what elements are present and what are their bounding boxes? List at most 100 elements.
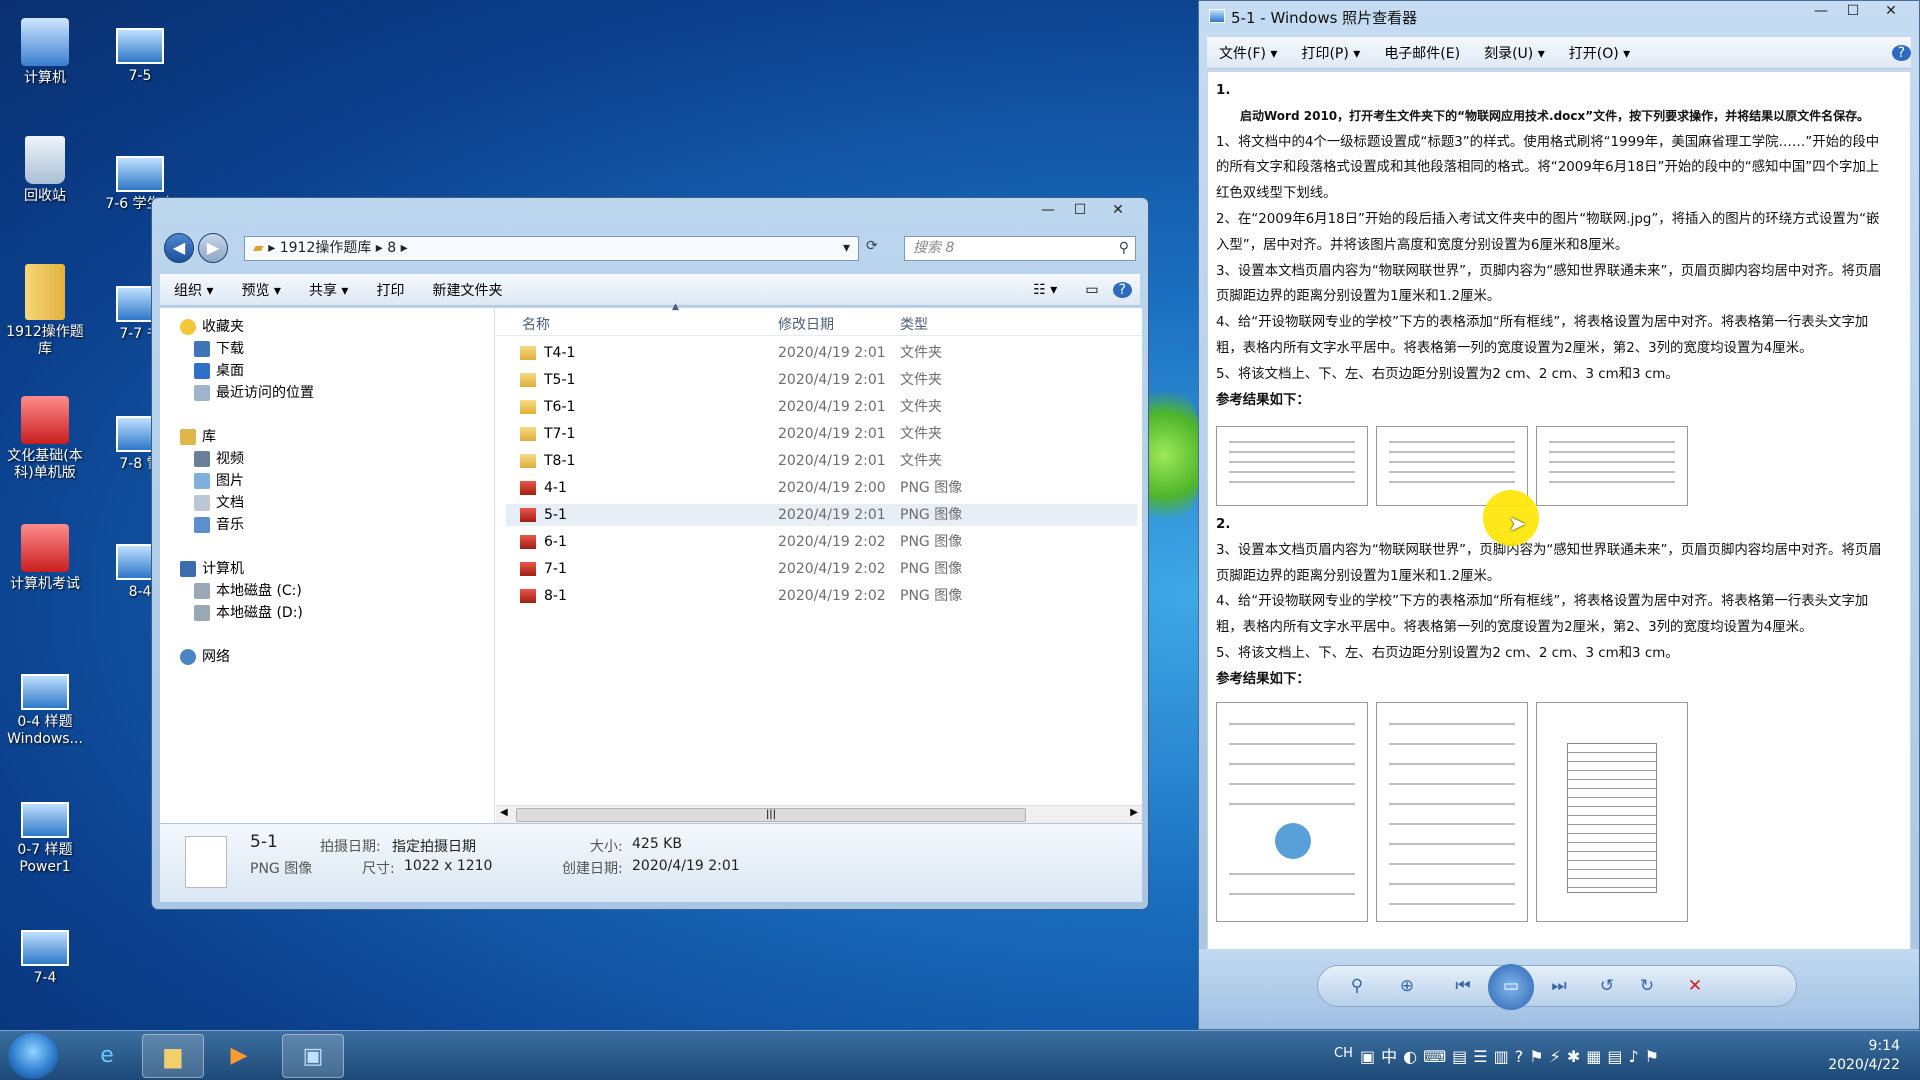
address-bar[interactable]: ▰ ▸ 1912操作题库 ▸ 8 ▸ ▾ xyxy=(244,236,859,261)
nav-label: 视频 xyxy=(216,451,244,467)
file-row[interactable]: T5-1 2020/4/19 2:01 文件夹 xyxy=(506,369,1137,391)
nav-downloads[interactable]: 下载 xyxy=(194,338,244,360)
nav-videos[interactable]: 视频 xyxy=(194,448,244,470)
file-row[interactable]: 8-1 2020/4/19 2:02 PNG 图像 xyxy=(506,585,1137,607)
rotate-left-icon[interactable]: ↺ xyxy=(1592,972,1622,1002)
column-header-date[interactable]: 修改日期 xyxy=(778,314,834,334)
desktop-icon-computer-exam[interactable]: 计算机考试 xyxy=(0,524,90,593)
desktop-icon-recycle-bin[interactable]: 回收站 xyxy=(0,136,90,205)
language-indicator[interactable]: CH xyxy=(1334,1046,1353,1061)
search-placeholder: 搜索 8 xyxy=(913,240,955,256)
close-button[interactable]: ✕ xyxy=(1869,1,1913,23)
menu-file[interactable]: 文件(F) ▾ xyxy=(1207,43,1289,63)
rotate-right-icon[interactable]: ↻ xyxy=(1632,972,1662,1002)
photo-viewer-taskbar-button[interactable]: ▣ xyxy=(282,1034,344,1078)
doc-step: 5、将该文档上、下、左、右页边距分别设置为2 cm、2 cm、3 cm和3 cm… xyxy=(1216,366,1679,382)
file-row[interactable]: T4-1 2020/4/19 2:01 文件夹 xyxy=(506,342,1137,364)
search-icon[interactable]: ⚲ xyxy=(1119,237,1129,260)
back-button[interactable]: ◀ xyxy=(164,233,194,263)
forward-button[interactable]: ▶ xyxy=(198,233,228,263)
menu-burn[interactable]: 刻录(U) ▾ xyxy=(1472,43,1557,63)
scroll-left-icon[interactable]: ◀ xyxy=(500,807,508,818)
nav-desktop[interactable]: 桌面 xyxy=(194,360,244,382)
organize-button[interactable]: 组织 ▾ xyxy=(160,280,227,300)
file-row[interactable]: T7-1 2020/4/19 2:01 文件夹 xyxy=(506,423,1137,445)
new-folder-button[interactable]: 新建文件夹 xyxy=(418,280,516,300)
nav-pictures[interactable]: 图片 xyxy=(194,470,244,492)
menu-open[interactable]: 打开(O) ▾ xyxy=(1557,43,1642,63)
doc-intro: 启动Word 2010，打开考生文件夹下的“物联网应用技术.docx”文件，按下… xyxy=(1240,108,1870,123)
desktop-icon-computer[interactable]: 计算机 xyxy=(0,18,90,87)
desktop-icon-sample-windows[interactable]: 0-4 样题Windows... xyxy=(0,674,90,748)
image-canvas[interactable]: 1. 启动Word 2010，打开考生文件夹下的“物联网应用技术.docx”文件… xyxy=(1207,71,1911,951)
zoom-icon[interactable]: ⚲ xyxy=(1342,972,1372,1002)
desktop-icon-question-bank[interactable]: 1912操作题库 xyxy=(0,264,90,358)
file-row[interactable]: 4-1 2020/4/19 2:00 PNG 图像 xyxy=(506,477,1137,499)
maximize-button[interactable]: ☐ xyxy=(1837,1,1869,23)
desktop-icon-7-5[interactable]: 7-5 xyxy=(95,28,185,85)
file-row[interactable]: T8-1 2020/4/19 2:01 文件夹 xyxy=(506,450,1137,472)
nav-favorites[interactable]: 收藏夹 xyxy=(180,316,244,338)
explorer-taskbar-button[interactable]: ▆ xyxy=(142,1034,204,1078)
menu-print[interactable]: 打印(P) ▾ xyxy=(1289,43,1372,63)
slideshow-button[interactable]: ▭ xyxy=(1488,964,1534,1010)
column-header-name[interactable]: 名称 xyxy=(522,314,550,334)
file-date: 2020/4/19 2:00 xyxy=(778,480,886,496)
photo-viewer-window[interactable]: 5-1 - Windows 照片查看器 — ☐ ✕ 文件(F) ▾ 打印(P) … xyxy=(1198,0,1920,1030)
refresh-icon[interactable]: ⟳ xyxy=(866,238,878,254)
preview-button[interactable]: 预览 ▾ xyxy=(227,280,294,300)
nav-music[interactable]: 音乐 xyxy=(194,514,244,536)
help-icon[interactable]: ? xyxy=(1891,44,1911,61)
print-button[interactable]: 打印 xyxy=(362,280,418,300)
documents-icon xyxy=(194,495,210,511)
scrollbar-thumb[interactable]: ||| xyxy=(516,808,1026,822)
file-row[interactable]: 5-1 2020/4/19 2:01 PNG 图像 xyxy=(506,504,1137,526)
internet-explorer-icon[interactable]: e xyxy=(76,1034,138,1078)
start-button[interactable] xyxy=(8,1033,58,1079)
search-input[interactable]: 搜索 8 ⚲ xyxy=(904,236,1136,261)
folder-icon xyxy=(25,264,65,320)
nav-drive-c[interactable]: 本地磁盘 (C:) xyxy=(194,580,302,602)
share-button[interactable]: 共享 ▾ xyxy=(295,280,362,300)
preview-pane-icon[interactable]: ▭ xyxy=(1071,282,1112,298)
explorer-window[interactable]: — ☐ ✕ ◀ ▶ ▰ ▸ 1912操作题库 ▸ 8 ▸ ▾ ⟳ 搜索 8 ⚲ … xyxy=(151,197,1149,910)
nav-libraries[interactable]: 库 xyxy=(180,426,216,448)
media-player-icon[interactable]: ▶ xyxy=(208,1034,270,1078)
delete-icon[interactable]: ✕ xyxy=(1680,972,1710,1002)
navigation-bar: ◀ ▶ ▰ ▸ 1912操作题库 ▸ 8 ▸ ▾ ⟳ 搜索 8 ⚲ xyxy=(164,233,1136,263)
nav-label: 音乐 xyxy=(216,517,244,533)
next-icon[interactable]: ⏭ xyxy=(1544,972,1574,1002)
details-taken-value[interactable]: 指定拍摄日期 xyxy=(392,836,476,856)
breadcrumb-item[interactable]: 8 xyxy=(387,240,396,256)
actual-size-icon[interactable]: ⊕ xyxy=(1392,972,1422,1002)
file-row[interactable]: 6-1 2020/4/19 2:02 PNG 图像 xyxy=(506,531,1137,553)
nav-documents[interactable]: 文档 xyxy=(194,492,244,514)
view-options-icon[interactable]: ☷ ▾ xyxy=(1019,282,1071,298)
menu-email[interactable]: 电子邮件(E) xyxy=(1372,43,1472,63)
horizontal-scrollbar[interactable]: ◀ ||| ▶ xyxy=(496,805,1142,823)
system-tray-icons[interactable]: ▣中◐⌨▤☰▥?⚑⚡✱▦▤♪⚑ xyxy=(1360,1043,1665,1067)
nav-recent-places[interactable]: 最近访问的位置 xyxy=(194,382,314,404)
clock[interactable]: 9:14 2020/4/22 xyxy=(1828,1037,1900,1075)
nav-computer[interactable]: 计算机 xyxy=(180,558,244,580)
desktop-icon-culture-basics[interactable]: 文化基础(本科)单机版 xyxy=(0,396,90,482)
maximize-button[interactable]: ☐ xyxy=(1064,200,1096,222)
help-icon[interactable]: ? xyxy=(1112,281,1132,298)
file-row[interactable]: T6-1 2020/4/19 2:01 文件夹 xyxy=(506,396,1137,418)
chevron-down-icon[interactable]: ▾ xyxy=(843,237,850,260)
nav-drive-d[interactable]: 本地磁盘 (D:) xyxy=(194,602,303,624)
nav-network[interactable]: 网络 xyxy=(180,646,230,668)
column-header-type[interactable]: 类型 xyxy=(900,314,928,334)
breadcrumb-item[interactable]: 1912操作题库 xyxy=(280,240,372,256)
close-button[interactable]: ✕ xyxy=(1096,200,1140,222)
scroll-right-icon[interactable]: ▶ xyxy=(1130,807,1138,818)
minimize-button[interactable]: — xyxy=(1032,200,1064,222)
desktop-icon-7-4[interactable]: 7-4 xyxy=(0,930,90,987)
command-bar: 组织 ▾ 预览 ▾ 共享 ▾ 打印 新建文件夹 ☷ ▾ ▭ ? xyxy=(160,274,1140,306)
details-size-value: 425 KB xyxy=(632,836,682,852)
desktop-icon-sample-power[interactable]: 0-7 样题Power1 xyxy=(0,802,90,876)
file-row[interactable]: 7-1 2020/4/19 2:02 PNG 图像 xyxy=(506,558,1137,580)
previous-icon[interactable]: ⏮ xyxy=(1448,972,1478,1002)
file-date: 2020/4/19 2:02 xyxy=(778,561,886,577)
minimize-button[interactable]: — xyxy=(1805,1,1837,23)
